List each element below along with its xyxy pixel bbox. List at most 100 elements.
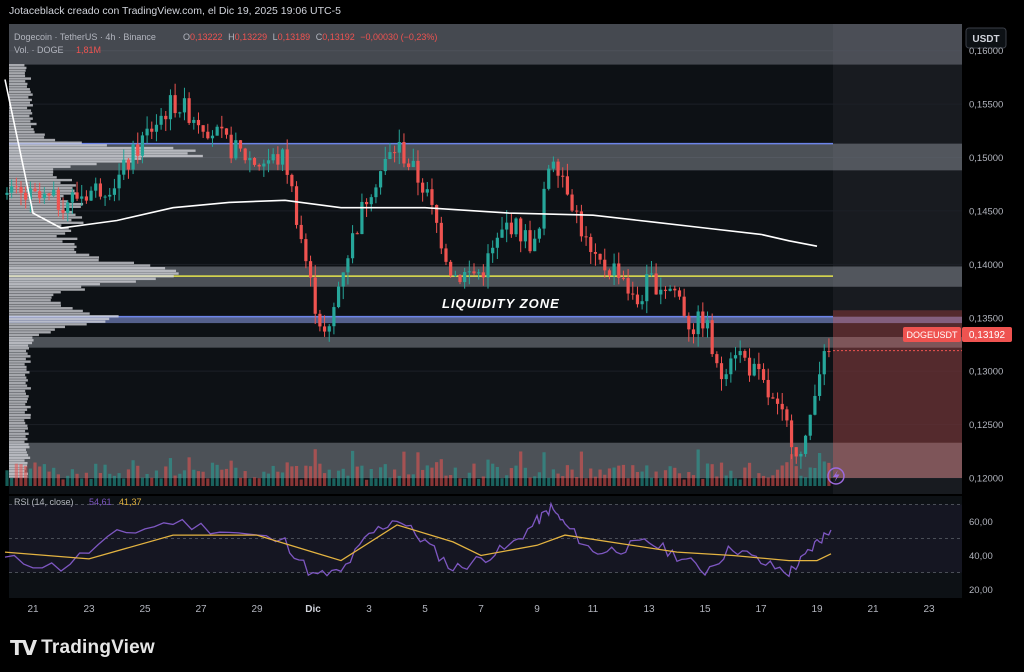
candle-body [61, 209, 65, 213]
volume-bar [187, 457, 191, 486]
candle-body [598, 253, 602, 260]
candle-body [271, 154, 275, 161]
volume-bar [28, 468, 32, 486]
profile-bin [9, 122, 37, 126]
ohlc-change: −0,00030 (−0,23%) [360, 32, 437, 42]
profile-bin [9, 397, 28, 401]
candle-body [369, 197, 373, 205]
volume-bar [822, 461, 826, 486]
volume-bar [645, 465, 649, 486]
volume-bar [617, 465, 621, 486]
profile-bin [9, 72, 25, 75]
volume-bar [369, 469, 373, 486]
candle-body [822, 351, 826, 375]
profile-bin [9, 280, 136, 283]
time-tick-label: 17 [755, 604, 767, 615]
volume-bar [570, 469, 574, 486]
candle-body [374, 187, 378, 198]
profile-bin [9, 242, 75, 246]
candle-body [182, 98, 187, 113]
volume-bar [10, 477, 14, 486]
time-tick-label: 5 [422, 604, 428, 615]
profile-bin [9, 104, 33, 107]
volume-bar [771, 475, 775, 486]
profile-bin [9, 74, 26, 78]
candle-body [136, 144, 140, 156]
volume-bar [631, 465, 635, 486]
chart-stage[interactable]: LIQUIDITY ZONE Dogecoin · TetherUS · 4h … [0, 22, 1024, 620]
volume-bar [196, 471, 201, 486]
currency-button[interactable]: USDT [965, 27, 1007, 49]
profile-bin [9, 64, 25, 67]
profile-bin [9, 341, 33, 345]
profile-bin [9, 184, 76, 187]
volume-bar [341, 468, 345, 486]
candle-body [439, 222, 443, 249]
profile-bin [9, 325, 65, 329]
volume-bar [327, 469, 331, 486]
time-tick-label: 23 [83, 604, 95, 615]
rsi-tick-label: 60,00 [969, 517, 993, 528]
tradingview-brand[interactable]: TV TradingView [10, 636, 155, 660]
candle-body [33, 188, 37, 192]
candle-body [621, 277, 626, 279]
candle-body [509, 222, 513, 235]
profile-bin [9, 365, 27, 369]
candle-body [472, 271, 476, 274]
volume-bar [491, 463, 495, 486]
candle-body [556, 161, 560, 176]
candle-body [561, 175, 565, 177]
profile-bin [9, 173, 53, 176]
profile-bin [9, 285, 82, 289]
profile-bin [9, 80, 26, 83]
profile-bin [9, 445, 30, 449]
profile-bin [9, 189, 75, 192]
volume-bar [24, 465, 28, 486]
candle-body [785, 409, 789, 421]
volume-bar [598, 469, 602, 486]
candle-body [617, 263, 621, 278]
candle-body [500, 229, 504, 238]
candle-body [89, 190, 93, 201]
volume-bar [794, 466, 798, 486]
candle-body [477, 272, 481, 274]
volume-bar [696, 449, 700, 486]
candle-body [206, 131, 210, 139]
rsi-tick-label: 20,00 [969, 585, 993, 596]
candle-body [285, 149, 289, 175]
volume-bar [505, 475, 509, 486]
profile-bin [9, 256, 100, 259]
volume-bar [224, 468, 229, 486]
profile-bin [9, 333, 39, 337]
volume-bar [164, 466, 168, 486]
volume-bar [733, 478, 738, 486]
volume-bar [561, 476, 565, 486]
profile-bin [9, 429, 26, 433]
candle-body [164, 115, 168, 120]
symbol-legend: Dogecoin · TetherUS · 4h · Binance [14, 32, 156, 42]
price-pane[interactable] [9, 24, 962, 494]
volume-bar [523, 467, 527, 486]
volume-bar [276, 471, 280, 486]
profile-bin [9, 459, 25, 462]
volume-bar [761, 475, 766, 486]
candle-body [332, 307, 336, 327]
candle-body [533, 238, 537, 252]
candle-body [761, 369, 766, 380]
profile-bin [9, 141, 82, 144]
footer: TV TradingView [0, 620, 1024, 672]
profile-bin [9, 301, 61, 305]
time-tick-label: 25 [139, 604, 151, 615]
profile-bin [9, 347, 29, 350]
candle-body [551, 161, 555, 169]
volume-bar [551, 469, 555, 486]
candle-body [491, 247, 495, 254]
profile-bin [9, 419, 25, 422]
candle-body [355, 233, 359, 235]
candle-body [827, 351, 831, 353]
profile-bin [9, 269, 177, 273]
profile-bin [9, 77, 31, 80]
price-tick-label: 0,14500 [969, 206, 1003, 217]
volume-bar [719, 462, 724, 486]
volume-bar [425, 465, 429, 486]
